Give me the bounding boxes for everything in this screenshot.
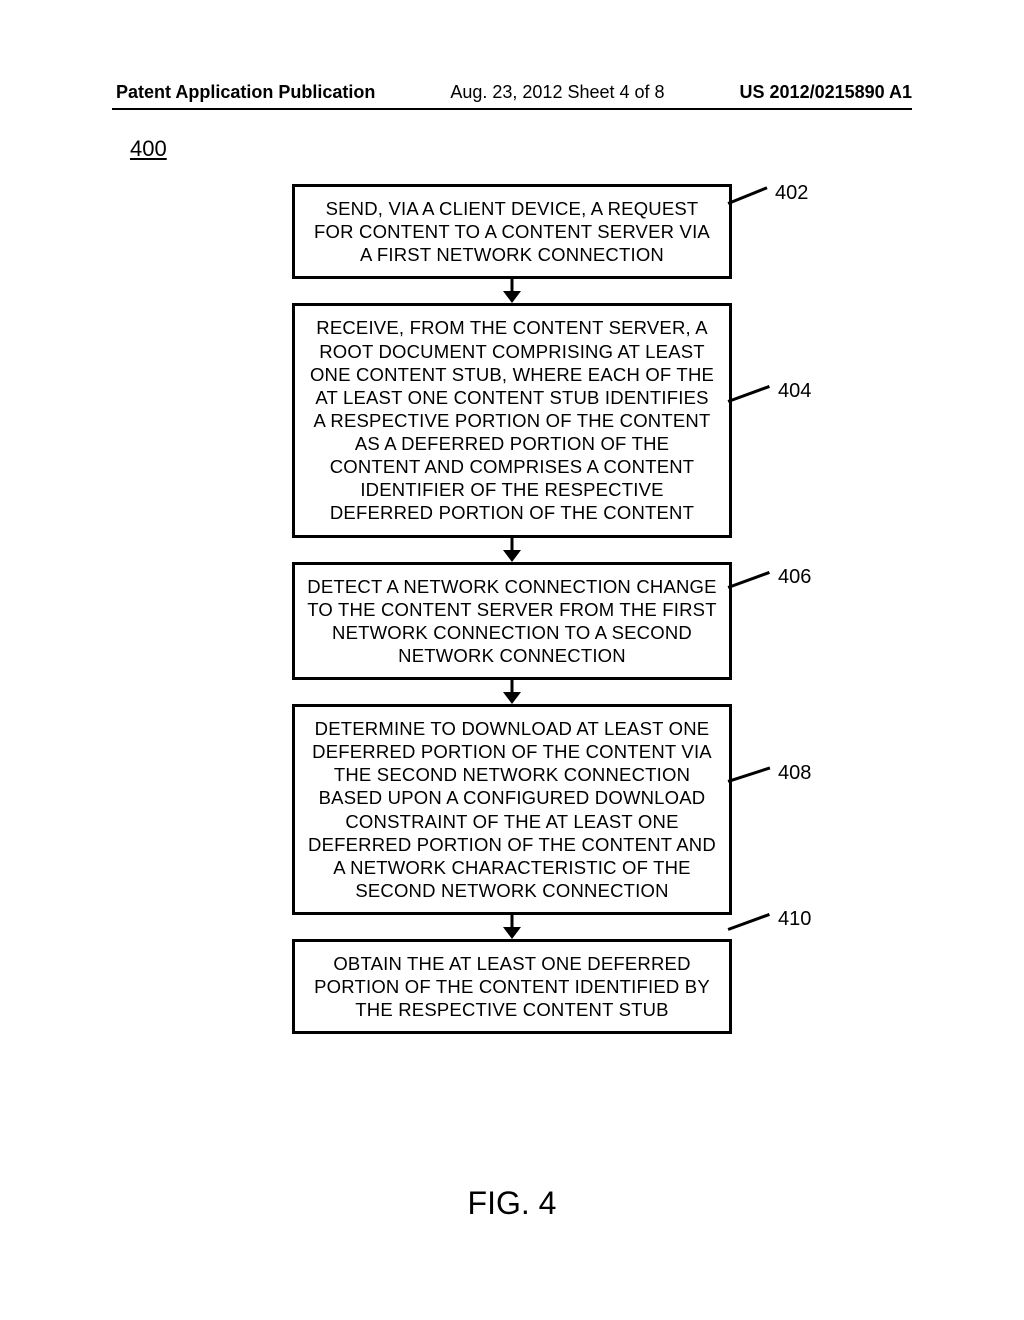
leader-404 (728, 385, 770, 402)
ref-402: 402 (775, 182, 808, 205)
arrow-408-410 (292, 915, 732, 939)
leader-408 (728, 766, 771, 782)
step-410-box: OBTAIN THE AT LEAST ONE DEFERRED PORTION… (292, 939, 732, 1034)
step-404-box: RECEIVE, FROM THE CONTENT SERVER, A ROOT… (292, 303, 732, 537)
step-404-text: RECEIVE, FROM THE CONTENT SERVER, A ROOT… (310, 317, 714, 523)
arrow-down-icon (503, 550, 521, 562)
arrow-down-icon (503, 927, 521, 939)
ref-408: 408 (778, 762, 811, 785)
arrow-404-406 (292, 538, 732, 562)
header-right: US 2012/0215890 A1 (740, 82, 912, 103)
header-left: Patent Application Publication (116, 82, 375, 103)
step-402-box: SEND, VIA A CLIENT DEVICE, A REQUEST FOR… (292, 184, 732, 279)
page: Patent Application Publication Aug. 23, … (0, 0, 1024, 1320)
arrow-406-408 (292, 680, 732, 704)
ref-404: 404 (778, 380, 811, 403)
arrow-402-404 (292, 279, 732, 303)
header-mid: Aug. 23, 2012 Sheet 4 of 8 (450, 82, 664, 103)
page-header: Patent Application Publication Aug. 23, … (0, 82, 1024, 103)
step-402-text: SEND, VIA A CLIENT DEVICE, A REQUEST FOR… (314, 198, 710, 265)
leader-402 (728, 186, 768, 204)
arrow-down-icon (503, 291, 521, 303)
flowchart: SEND, VIA A CLIENT DEVICE, A REQUEST FOR… (0, 184, 1024, 1034)
arrow-down-icon (503, 692, 521, 704)
step-406-box: DETECT A NETWORK CONNECTION CHANGE TO TH… (292, 562, 732, 681)
step-408-box: DETERMINE TO DOWNLOAD AT LEAST ONE DEFER… (292, 704, 732, 915)
header-rule (112, 108, 912, 110)
step-406-text: DETECT A NETWORK CONNECTION CHANGE TO TH… (307, 576, 716, 666)
ref-410: 410 (778, 908, 811, 931)
leader-406 (728, 571, 770, 588)
figure-number: 400 (130, 136, 167, 162)
leader-410 (728, 913, 770, 930)
figure-caption: FIG. 4 (0, 1185, 1024, 1222)
step-410-text: OBTAIN THE AT LEAST ONE DEFERRED PORTION… (314, 953, 710, 1020)
ref-406: 406 (778, 566, 811, 589)
step-408-text: DETERMINE TO DOWNLOAD AT LEAST ONE DEFER… (308, 718, 716, 901)
